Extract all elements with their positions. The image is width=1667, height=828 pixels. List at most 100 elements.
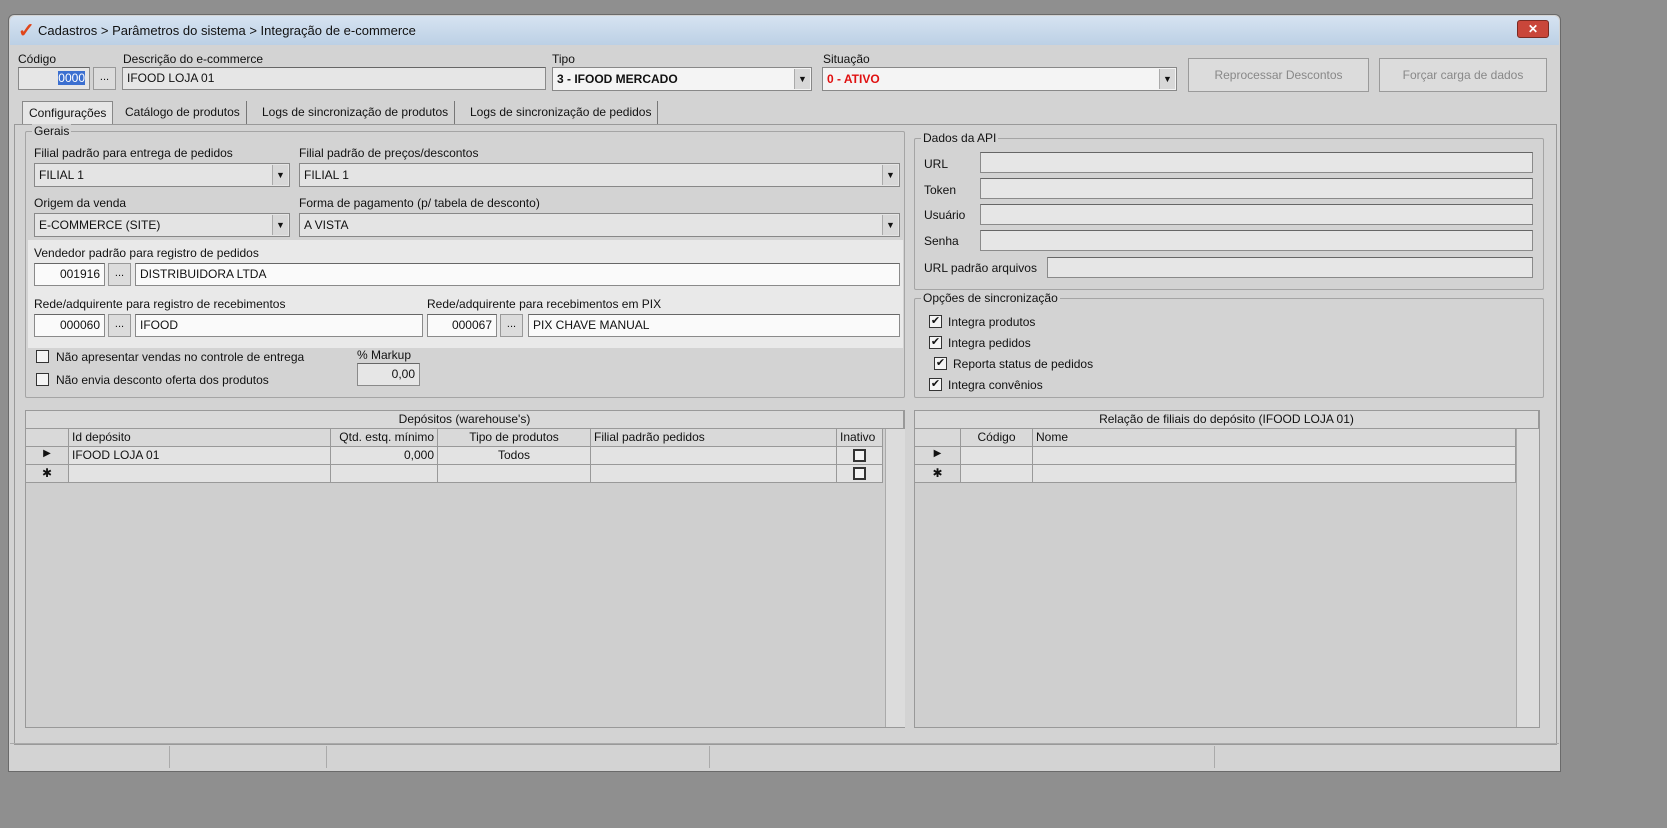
reprocessar-descontos-button[interactable]: Reprocessar Descontos [1188,58,1369,92]
filial-row-codigo[interactable] [961,447,1033,465]
inativo-checkbox[interactable] [853,449,866,462]
row-indicator-header [915,429,961,447]
filial-precos-select[interactable]: FILIAL 1 ▼ [299,163,900,187]
status-panel-4 [710,746,1215,768]
filial-row-nome[interactable] [1033,447,1516,465]
filiais-grid: Relação de filiais do depósito (IFOOD LO… [914,410,1540,728]
vendedor-code-input[interactable]: 001916 [34,263,105,286]
col-inativo[interactable]: Inativo [837,429,883,447]
col-id-deposito[interactable]: Id depósito [69,429,331,447]
codigo-label: Código [18,52,57,66]
table-row-filial[interactable] [591,447,837,465]
tab-logs-pedidos[interactable]: Logs de sincronização de pedidos [464,101,659,125]
reporta-status-checkbox[interactable]: ✔ [934,357,947,370]
close-icon[interactable]: ✕ [1517,20,1549,38]
status-panel-2 [170,746,327,768]
rede-code-input[interactable]: 000060 [34,314,105,337]
chevron-down-icon[interactable]: ▼ [882,165,898,185]
situacao-value: 0 - ATIVO [827,72,880,86]
tipo-label: Tipo [552,52,575,66]
origem-value: E-COMMERCE (SITE) [39,218,161,232]
new-row-nome[interactable] [1033,465,1516,483]
chevron-down-icon[interactable]: ▼ [272,215,288,235]
inativo-checkbox[interactable] [853,467,866,480]
table-row-qtd[interactable]: 0,000 [331,447,438,465]
markup-input[interactable]: 0,00 [357,363,420,386]
tipo-select[interactable]: 3 - IFOOD MERCADO ▼ [552,67,812,91]
table-row-inativo[interactable] [837,447,883,465]
tab-catalogo[interactable]: Catálogo de produtos [119,101,247,125]
url-input[interactable] [980,152,1533,173]
integra-convenios-label: Integra convênios [948,378,1043,392]
senha-input[interactable] [980,230,1533,251]
pix-label: Rede/adquirente para recebimentos em PIX [427,297,662,311]
current-row-icon: ▶ [915,447,961,465]
vendedor-lookup-button[interactable]: ... [108,263,131,286]
table-row-tipo[interactable]: Todos [438,447,591,465]
codigo-lookup-button[interactable]: ... [93,67,116,90]
forma-pagamento-select[interactable]: A VISTA ▼ [299,213,900,237]
descricao-label: Descrição do e-commerce [123,52,264,66]
situacao-select[interactable]: 0 - ATIVO ▼ [822,67,1177,91]
dados-api-title: Dados da API [921,131,999,145]
rede-lookup-button[interactable]: ... [108,314,131,337]
col-qtd[interactable]: Qtd. estq. mínimo [331,429,438,447]
situacao-label: Situação [823,52,870,66]
forcar-carga-button[interactable]: Forçar carga de dados [1379,58,1547,92]
col-codigo[interactable]: Código [961,429,1033,447]
vendedor-name-input[interactable]: DISTRIBUIDORA LTDA [135,263,900,286]
depositos-scrollbar[interactable] [885,429,905,727]
origem-select[interactable]: E-COMMERCE (SITE) ▼ [34,213,290,237]
new-row-tipo[interactable] [438,465,591,483]
vendedor-label: Vendedor padrão para registro de pedidos [34,246,259,260]
reporta-status-label: Reporta status de pedidos [953,357,1094,371]
nao-envia-desconto-checkbox[interactable] [36,373,49,386]
table-row-id[interactable]: IFOOD LOJA 01 [69,447,331,465]
new-row-codigo[interactable] [961,465,1033,483]
new-row-inativo[interactable] [837,465,883,483]
codigo-input[interactable]: 0000 [18,67,90,90]
url-arquivos-input[interactable] [1047,257,1533,278]
chevron-down-icon[interactable]: ▼ [882,215,898,235]
tab-configuracoes[interactable]: Configurações [22,101,114,125]
filiais-scrollbar[interactable] [1516,429,1539,727]
usuario-input[interactable] [980,204,1533,225]
row-indicator-header [26,429,69,447]
integra-produtos-label: Integra produtos [948,315,1036,329]
chevron-down-icon[interactable]: ▼ [794,69,810,89]
integra-pedidos-checkbox[interactable]: ✔ [929,336,942,349]
filial-entrega-select[interactable]: FILIAL 1 ▼ [34,163,290,187]
rede-name-input[interactable]: IFOOD [135,314,423,337]
gerais-title: Gerais [32,124,72,138]
new-row-qtd[interactable] [331,465,438,483]
integra-convenios-checkbox[interactable]: ✔ [929,378,942,391]
app-logo-icon: ✓ [18,20,35,42]
chevron-down-icon[interactable]: ▼ [272,165,288,185]
descricao-input[interactable]: IFOOD LOJA 01 [122,67,546,90]
url-label: URL [924,157,949,171]
nao-apresentar-checkbox[interactable] [36,350,49,363]
token-input[interactable] [980,178,1533,199]
origem-label: Origem da venda [34,196,127,210]
status-panel-1 [10,746,170,768]
markup-label: % Markup [357,348,412,362]
rede-label: Rede/adquirente para registro de recebim… [34,297,286,311]
col-filial[interactable]: Filial padrão pedidos [591,429,837,447]
col-tipo[interactable]: Tipo de produtos [438,429,591,447]
pix-code-input[interactable]: 000067 [427,314,497,337]
url-arquivos-label: URL padrão arquivos [924,261,1037,275]
tab-logs-produtos[interactable]: Logs de sincronização de produtos [256,101,456,125]
chevron-down-icon[interactable]: ▼ [1159,69,1175,89]
integra-produtos-checkbox[interactable]: ✔ [929,315,942,328]
new-row-icon: ✱ [915,465,961,483]
senha-label: Senha [924,234,959,248]
window-title: Cadastros > Parâmetros do sistema > Inte… [38,23,416,38]
nao-apresentar-label: Não apresentar vendas no controle de ent… [56,350,305,364]
new-row-filial[interactable] [591,465,837,483]
pix-name-input[interactable]: PIX CHAVE MANUAL [528,314,900,337]
forma-pagamento-label: Forma de pagamento (p/ tabela de descont… [299,196,540,210]
usuario-label: Usuário [924,208,966,222]
col-nome[interactable]: Nome [1033,429,1516,447]
new-row-id[interactable] [69,465,331,483]
pix-lookup-button[interactable]: ... [500,314,523,337]
